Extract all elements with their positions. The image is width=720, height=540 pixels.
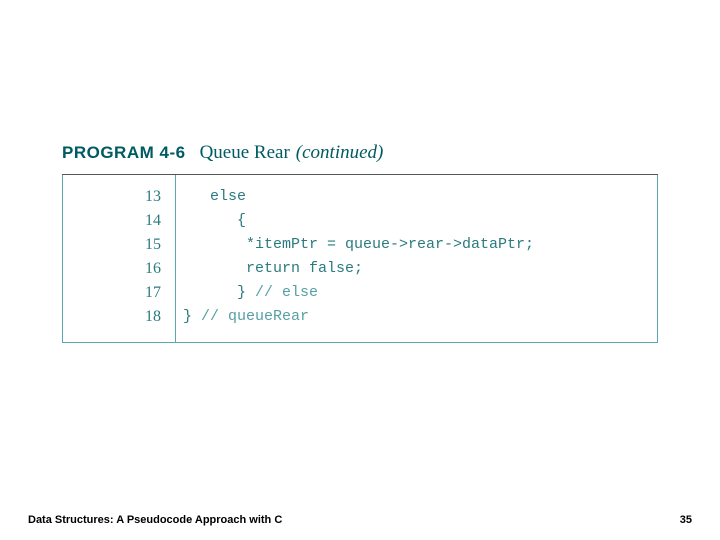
gutter-separator xyxy=(175,175,176,342)
program-title: Queue Rear xyxy=(200,142,290,164)
code-text: *itemPtr = queue->rear->dataPtr; xyxy=(246,236,534,253)
line-number: 15 xyxy=(63,233,175,257)
line-number: 14 xyxy=(63,209,175,233)
code-indent xyxy=(183,260,246,277)
code-indent xyxy=(183,284,237,301)
continued-label: (continued) xyxy=(296,142,384,164)
line-number: 18 xyxy=(63,305,175,329)
code-listing-box: 13 14 15 16 17 18 else { *itemPtr = queu… xyxy=(62,175,658,343)
code-text: return false; xyxy=(246,260,363,277)
program-heading: PROGRAM 4-6 Queue Rear (continued) xyxy=(62,142,383,164)
code-indent xyxy=(183,188,210,205)
code-indent xyxy=(183,236,246,253)
footer-book-title: Data Structures: A Pseudocode Approach w… xyxy=(28,514,282,526)
line-number-gutter: 13 14 15 16 17 18 xyxy=(63,175,175,342)
code-comment: // queueRear xyxy=(201,308,309,325)
line-number: 17 xyxy=(63,281,175,305)
code-text: else xyxy=(210,188,246,205)
code-line: else xyxy=(183,185,649,209)
code-line: { xyxy=(183,209,649,233)
code-indent xyxy=(183,212,237,229)
code-line: } // queueRear xyxy=(183,305,649,329)
code-body: else { *itemPtr = queue->rear->dataPtr; … xyxy=(183,185,649,329)
code-line: *itemPtr = queue->rear->dataPtr; xyxy=(183,233,649,257)
page-number: 35 xyxy=(680,514,692,526)
code-line: } // else xyxy=(183,281,649,305)
code-comment: // else xyxy=(255,284,318,301)
program-number: PROGRAM 4-6 xyxy=(62,143,186,163)
code-line: return false; xyxy=(183,257,649,281)
line-number: 16 xyxy=(63,257,175,281)
code-text: } xyxy=(237,284,255,301)
code-text: } xyxy=(183,308,201,325)
line-number: 13 xyxy=(63,185,175,209)
code-text: { xyxy=(237,212,246,229)
